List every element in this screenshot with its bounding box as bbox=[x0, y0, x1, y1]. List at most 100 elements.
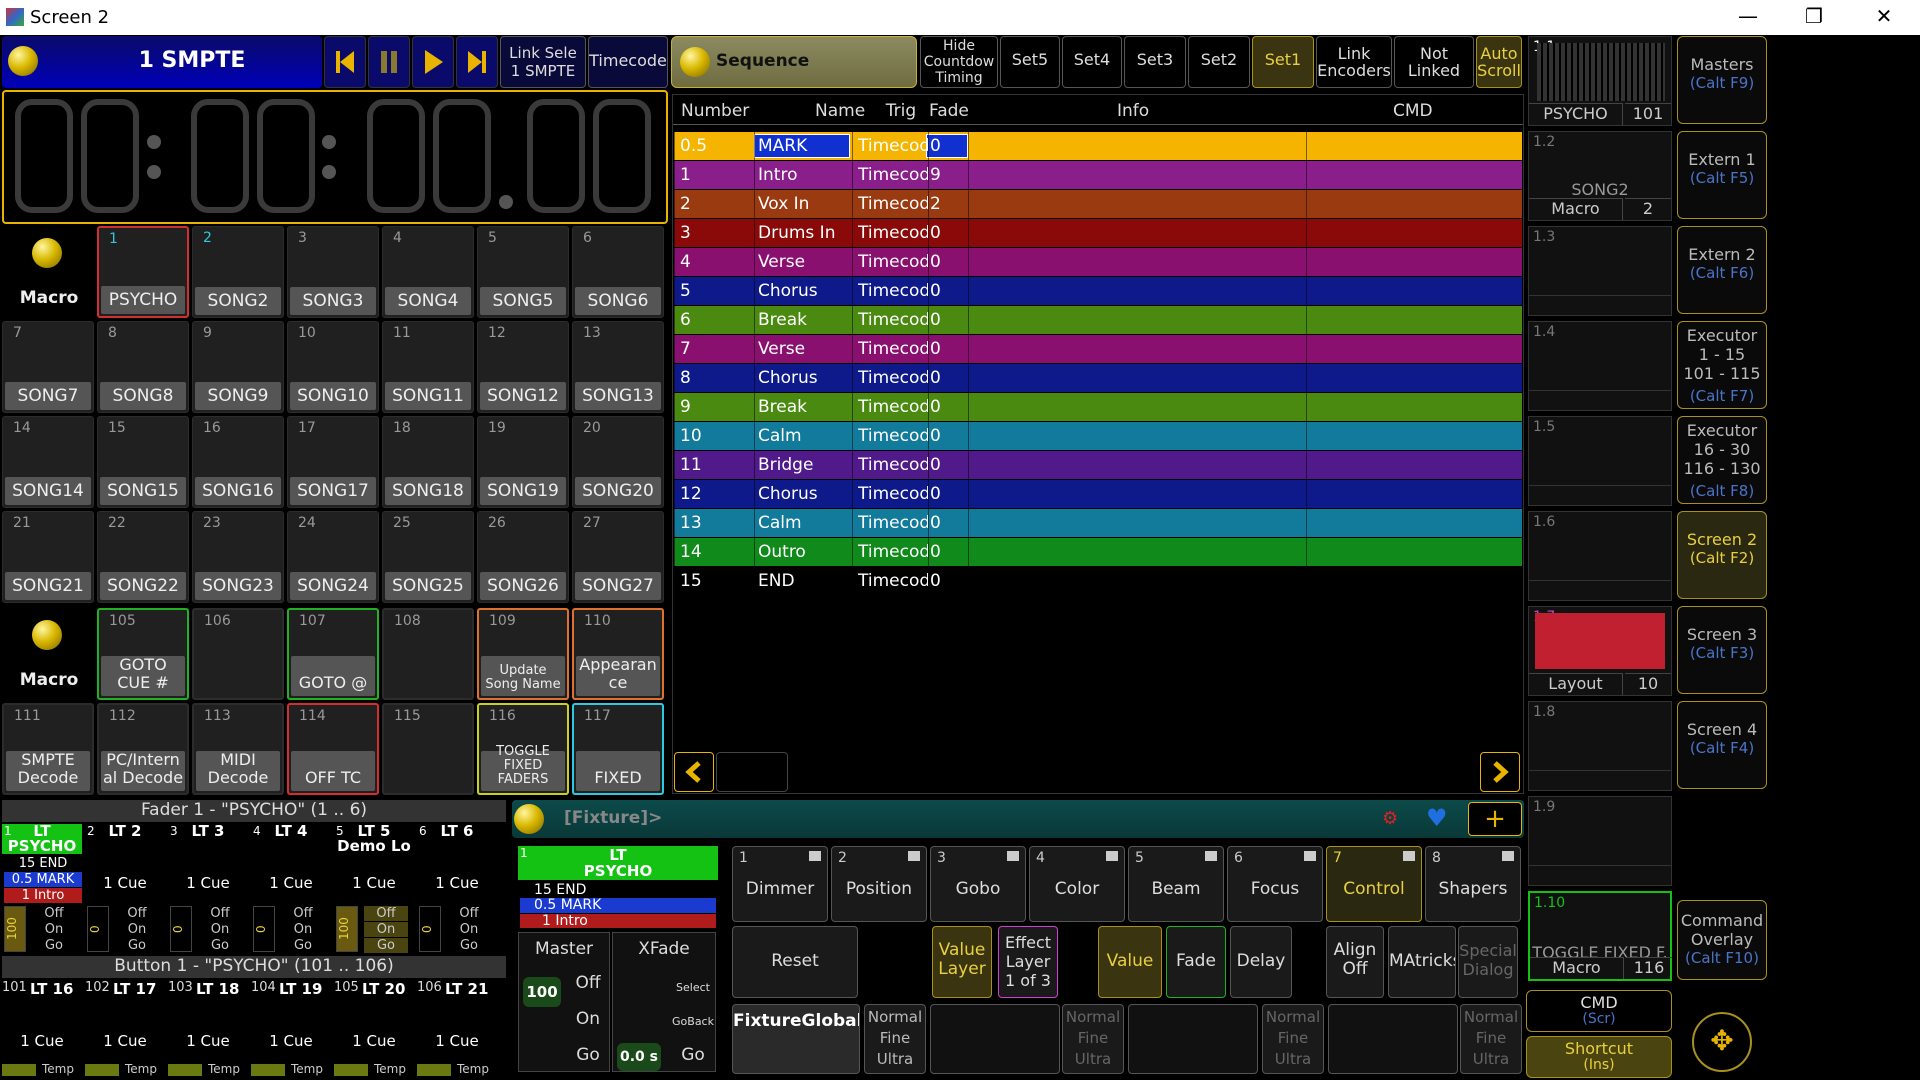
button-temp[interactable]: Temp bbox=[208, 1062, 240, 1076]
song-cell[interactable]: 5 SONG5 bbox=[477, 226, 569, 318]
button-temp[interactable]: Temp bbox=[374, 1062, 406, 1076]
song-cell[interactable]: 23 SONG23 bbox=[192, 511, 284, 603]
view-button[interactable]: 1.5 bbox=[1528, 416, 1672, 506]
timecode-pool-header[interactable]: 1 SMPTE bbox=[2, 36, 322, 88]
fader-executor[interactable]: LT PSYCHO 1 15 END 0.5 MARK 1 Intro 100 Off On G… bbox=[2, 824, 82, 954]
master-on[interactable]: On bbox=[569, 1009, 607, 1029]
effect-layer-button[interactable]: Effect Layer 1 of 3 bbox=[998, 926, 1058, 998]
sequence-row[interactable]: 10CalmTimecode0 bbox=[674, 422, 1522, 450]
encoder-resolution[interactable]: Normal Fine Ultra bbox=[864, 1004, 926, 1074]
feature-tab[interactable]: 8 Shapers bbox=[1425, 846, 1521, 922]
fader-control[interactable]: On bbox=[115, 922, 159, 937]
sequence-toolbar-button[interactable]: Set2 bbox=[1188, 36, 1250, 88]
col-fade[interactable]: Fade bbox=[929, 101, 969, 121]
sequence-row[interactable]: 11BridgeTimecode0 bbox=[674, 451, 1522, 479]
song-cell[interactable]: 21 SONG21 bbox=[2, 511, 94, 603]
macro-cell[interactable]: 117 FIXED bbox=[572, 703, 664, 795]
xfade-goback[interactable]: GoBack bbox=[671, 1015, 715, 1028]
feature-tab[interactable]: 2 Position bbox=[831, 846, 927, 922]
fader-executor[interactable]: LT 4 4 1 Cue 0 Off On Go bbox=[251, 824, 331, 954]
timecode-button[interactable]: Timecode bbox=[588, 36, 668, 88]
button-temp[interactable]: Temp bbox=[125, 1062, 157, 1076]
screen-side-button[interactable]: Extern 2 (Calt F6) bbox=[1677, 226, 1767, 314]
button-executor[interactable]: 106 LT 21 1 Cue Temp bbox=[417, 980, 497, 1078]
skip-back-button[interactable] bbox=[324, 36, 366, 88]
sequence-toolbar-button[interactable]: Set3 bbox=[1124, 36, 1186, 88]
view-button[interactable]: 1.1PSYCHO101 bbox=[1528, 36, 1672, 126]
sequence-toolbar-button[interactable]: Auto Scroll bbox=[1476, 36, 1522, 88]
song-cell[interactable]: 7 SONG7 bbox=[2, 321, 94, 413]
master-go[interactable]: Go bbox=[569, 1045, 607, 1065]
song-cell[interactable]: 20 SONG20 bbox=[572, 416, 664, 508]
pool-ball-icon[interactable] bbox=[8, 46, 38, 76]
col-cmd[interactable]: CMD bbox=[1393, 101, 1433, 121]
fader-control[interactable]: Go bbox=[364, 938, 408, 953]
fader-level[interactable]: 0 bbox=[253, 906, 275, 952]
selected-executor[interactable]: LT PSYCHO 1 15 END 0.5 MARK 1 Intro bbox=[518, 846, 718, 928]
fader-level[interactable]: 0 bbox=[419, 906, 441, 952]
scroll-field[interactable] bbox=[716, 752, 788, 792]
encoder-slot[interactable] bbox=[1328, 1004, 1458, 1074]
button-executor[interactable]: 104 LT 19 1 Cue Temp bbox=[251, 980, 331, 1078]
screen-side-button[interactable]: Executor 1 - 15 101 - 115 (Calt F7) bbox=[1677, 321, 1767, 409]
scroll-right-button[interactable] bbox=[1480, 752, 1520, 792]
sequence-toolbar-button[interactable]: Set1 bbox=[1252, 36, 1314, 88]
fader-control[interactable]: Go bbox=[115, 938, 159, 953]
heart-icon[interactable]: ♥ bbox=[1426, 804, 1448, 832]
macro-cell[interactable]: 113 MIDI Decode bbox=[192, 703, 284, 795]
song-cell[interactable]: 6 SONG6 bbox=[572, 226, 664, 318]
sequence-row[interactable]: 14OutroTimecode0 bbox=[674, 538, 1522, 566]
sequence-toolbar-button[interactable]: Not Linked bbox=[1394, 36, 1474, 88]
pause-button[interactable] bbox=[368, 36, 410, 88]
song-cell[interactable]: 2 SONG2 bbox=[192, 226, 284, 318]
button-executor[interactable]: 101 LT 16 1 Cue Temp bbox=[2, 980, 82, 1078]
encoder-resolution[interactable]: Normal Fine Ultra bbox=[1460, 1004, 1522, 1074]
macro-cell[interactable]: 115 bbox=[382, 703, 474, 795]
encoder-slot[interactable] bbox=[930, 1004, 1060, 1074]
reset-button[interactable]: Reset bbox=[732, 926, 858, 998]
sequence-row[interactable]: 1IntroTimecode9 bbox=[674, 161, 1522, 189]
fader-control[interactable]: On bbox=[281, 922, 325, 937]
macro-cell[interactable]: 108 bbox=[382, 608, 474, 700]
song-cell[interactable]: 1 PSYCHO bbox=[97, 226, 189, 318]
screen-side-button[interactable]: Executor 16 - 30 116 - 130 (Calt F8) bbox=[1677, 416, 1767, 504]
fader-control[interactable]: Go bbox=[32, 938, 76, 953]
fixture-sheet-header[interactable]: [Fixture]> ⚙ ♥ + bbox=[512, 800, 1524, 838]
col-trig[interactable]: Trig bbox=[873, 101, 929, 121]
macro-cell[interactable]: 110 Appearan ce bbox=[572, 608, 664, 700]
song-cell[interactable]: 19 SONG19 bbox=[477, 416, 569, 508]
feature-tab[interactable]: 5 Beam bbox=[1128, 846, 1224, 922]
screen-side-button[interactable]: Extern 1 (Calt F5) bbox=[1677, 131, 1767, 219]
xfade-fader[interactable]: XFade 0.0 s Select GoBack Go bbox=[612, 932, 716, 1072]
view-button[interactable]: 1.9 bbox=[1528, 796, 1672, 886]
sequence-row[interactable]: 2Vox InTimecode2 bbox=[674, 190, 1522, 218]
close-button[interactable]: ✕ bbox=[1856, 0, 1912, 35]
button-temp[interactable]: Temp bbox=[457, 1062, 489, 1076]
screen-side-button[interactable]: Masters (Calt F9) bbox=[1677, 36, 1767, 124]
shortcut-button[interactable]: Shortcut (Ins) bbox=[1526, 1036, 1672, 1078]
align-button[interactable]: Align Off bbox=[1326, 926, 1384, 998]
song-cell[interactable]: 9 SONG9 bbox=[192, 321, 284, 413]
fader-control[interactable]: On bbox=[32, 922, 76, 937]
fader-control[interactable]: Go bbox=[281, 938, 325, 953]
macro-cell[interactable]: 106 bbox=[192, 608, 284, 700]
song-cell[interactable]: 10 SONG10 bbox=[287, 321, 379, 413]
master-off[interactable]: Off bbox=[569, 973, 607, 993]
encoder-slot[interactable] bbox=[1128, 1004, 1258, 1074]
col-name[interactable]: Name bbox=[815, 101, 865, 121]
song-cell[interactable]: 15 SONG15 bbox=[97, 416, 189, 508]
value-button[interactable]: Value bbox=[1098, 926, 1162, 998]
sequence-toolbar-button[interactable]: Hide Countdow Timing bbox=[920, 36, 998, 88]
sequence-toolbar-button[interactable]: Link Encoders bbox=[1316, 36, 1392, 88]
macro-pool-title[interactable]: Macro bbox=[2, 226, 96, 320]
special-dialog-button[interactable]: Special Dialog bbox=[1458, 926, 1518, 998]
song-cell[interactable]: 22 SONG22 bbox=[97, 511, 189, 603]
fader-control[interactable]: Off bbox=[364, 906, 408, 921]
link-select-button[interactable]: Link Sele 1 SMPTE bbox=[500, 36, 586, 88]
sequence-row[interactable]: 8ChorusTimecode0 bbox=[674, 364, 1522, 392]
play-button[interactable] bbox=[412, 36, 454, 88]
song-cell[interactable]: 26 SONG26 bbox=[477, 511, 569, 603]
xfade-select[interactable]: Select bbox=[671, 981, 715, 994]
sequence-row[interactable]: 7VerseTimecode0 bbox=[674, 335, 1522, 363]
master-fader[interactable]: Master 100 Off On Go bbox=[518, 932, 610, 1072]
